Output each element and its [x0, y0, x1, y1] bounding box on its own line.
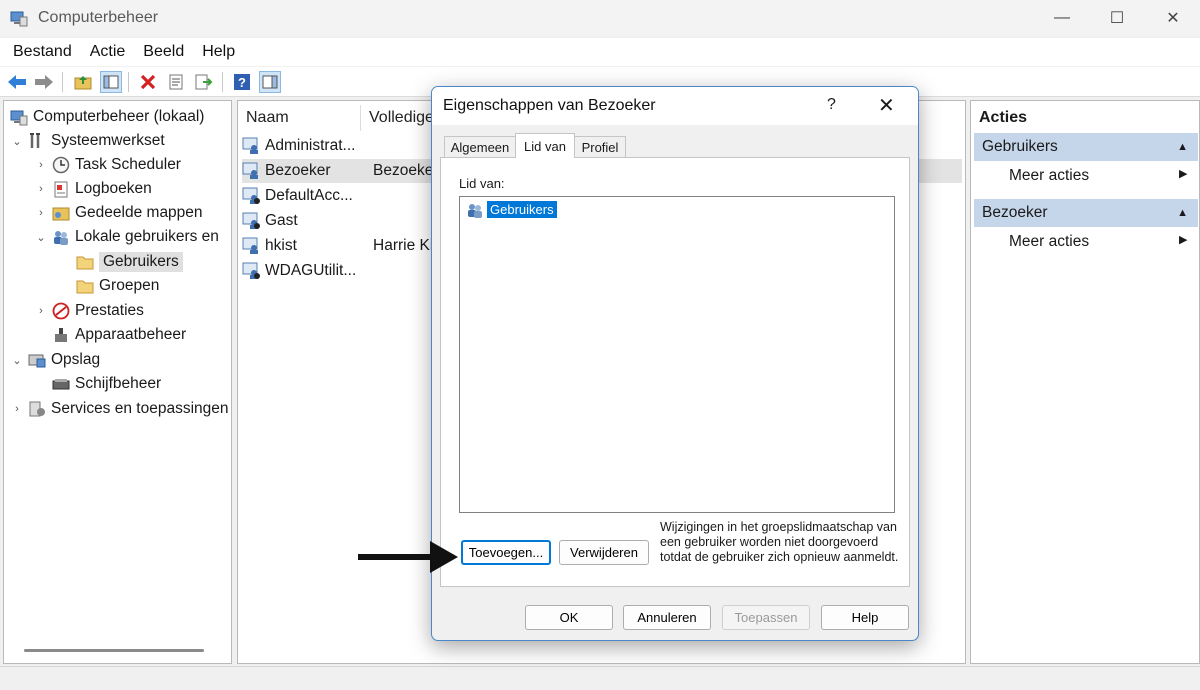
forward-icon[interactable] [33, 71, 55, 93]
title-bar: Computerbeheer — ☐ ✕ [0, 0, 1200, 36]
dialog-help-button[interactable]: ? [827, 96, 836, 114]
maximize-button[interactable]: ☐ [1090, 0, 1144, 36]
user-icon [242, 162, 258, 179]
user-icon [242, 137, 258, 154]
ok-button[interactable]: OK [525, 605, 613, 630]
folder-icon [76, 277, 94, 295]
user-disabled-icon [242, 262, 260, 279]
actions-title: Acties [979, 109, 1028, 126]
remove-button[interactable]: Verwijderen [559, 540, 649, 565]
tab-profiel[interactable]: Profiel [574, 136, 626, 157]
membership-note: Wijzigingen in het groepslidmaatschap va… [660, 520, 899, 564]
close-button[interactable]: ✕ [1146, 0, 1200, 36]
collapse-icon[interactable]: ▲ [1177, 207, 1188, 219]
chevron-right-icon[interactable]: › [34, 305, 48, 317]
performance-icon [52, 302, 70, 320]
device-manager-icon [52, 326, 70, 344]
tree-item-lokale-gebruikers[interactable]: ⌄ Lokale gebruikers en [34, 225, 219, 249]
storage-icon [28, 351, 46, 369]
console-tree: Computerbeheer (lokaal) ⌄ Systeemwerkset… [3, 100, 232, 664]
column-header-name[interactable]: Naam [246, 109, 289, 127]
more-actions-bezoeker[interactable]: Meer acties ▶ [1009, 233, 1187, 251]
chevron-down-icon[interactable]: ⌄ [10, 135, 24, 148]
tab-panel-lid-van: Lid van: Gebruikers Toevoegen... Verwijd… [440, 157, 910, 587]
tree-item-systeemwerkset[interactable]: ⌄ Systeemwerkset [10, 129, 164, 153]
properties-dialog: Eigenschappen van Bezoeker ? ✕ Algemeen … [431, 86, 919, 641]
list-item[interactable]: Gebruikers [466, 201, 557, 218]
help-icon[interactable]: ? [231, 71, 253, 93]
dialog-close-button[interactable]: ✕ [878, 93, 895, 118]
member-of-label: Lid van: [459, 176, 505, 191]
window-title: Computerbeheer [38, 9, 159, 26]
tree-item-computerbeheer[interactable]: Computerbeheer (lokaal) [8, 105, 204, 129]
svg-text:?: ? [238, 75, 246, 90]
actions-group-gebruikers[interactable]: Gebruikers ▲ [974, 133, 1198, 161]
column-header-full-name[interactable]: Volledige [369, 109, 434, 127]
apply-button[interactable]: Toepassen [722, 605, 810, 630]
submenu-arrow-icon: ▶ [1179, 234, 1188, 246]
clock-icon [52, 156, 70, 174]
chevron-right-icon[interactable]: › [34, 183, 48, 195]
event-log-icon [52, 180, 70, 198]
disk-icon [52, 375, 70, 393]
tree-item-prestaties[interactable]: › Prestaties [34, 299, 144, 323]
up-folder-icon[interactable] [72, 71, 94, 93]
tree-item-apparaatbeheer[interactable]: Apparaatbeheer [34, 323, 186, 347]
user-icon [242, 237, 258, 254]
actions-group-bezoeker[interactable]: Bezoeker ▲ [974, 199, 1198, 227]
member-of-list[interactable]: Gebruikers [459, 196, 895, 513]
more-actions-gebruikers[interactable]: Meer acties ▶ [1009, 167, 1187, 185]
export-list-icon[interactable] [193, 71, 215, 93]
pointer-arrow-icon [358, 541, 458, 573]
tree-item-gedeelde-mappen[interactable]: › Gedeelde mappen [34, 201, 202, 225]
chevron-right-icon[interactable]: › [10, 403, 24, 415]
show-hide-tree-icon[interactable] [100, 71, 122, 93]
status-bar [0, 666, 1200, 690]
collapse-icon[interactable]: ▲ [1177, 141, 1188, 153]
delete-icon[interactable] [137, 71, 159, 93]
chevron-down-icon[interactable]: ⌄ [10, 354, 24, 367]
help-button[interactable]: Help [821, 605, 909, 630]
tree-item-task-scheduler[interactable]: › Task Scheduler [34, 153, 181, 177]
minimize-button[interactable]: — [1035, 0, 1089, 36]
menu-bestand[interactable]: Bestand [4, 43, 81, 61]
dialog-title: Eigenschappen van Bezoeker [443, 97, 656, 114]
user-disabled-icon [242, 187, 260, 204]
actions-pane: Acties Gebruikers ▲ Meer acties ▶ Bezoek… [970, 100, 1200, 664]
tab-algemeen[interactable]: Algemeen [444, 136, 516, 157]
menu-actie[interactable]: Actie [81, 43, 135, 61]
tree-item-opslag[interactable]: ⌄ Opslag [10, 348, 100, 372]
cancel-button[interactable]: Annuleren [623, 605, 711, 630]
show-hide-action-pane-icon[interactable] [259, 71, 281, 93]
user-disabled-icon [242, 212, 260, 229]
tree-item-logboeken[interactable]: › Logboeken [34, 177, 152, 201]
users-icon [52, 228, 70, 246]
chevron-right-icon[interactable]: › [34, 207, 48, 219]
dialog-title-bar: Eigenschappen van Bezoeker ? ✕ [432, 87, 918, 125]
tree-item-groepen[interactable]: Groepen [58, 274, 159, 298]
back-icon[interactable] [6, 71, 28, 93]
shared-folder-icon [52, 204, 70, 222]
properties-icon[interactable] [165, 71, 187, 93]
menu-beeld[interactable]: Beeld [134, 43, 193, 61]
computer-management-icon [10, 108, 28, 126]
tools-icon [28, 132, 46, 150]
computer-management-icon [10, 9, 28, 27]
tree-item-schijfbeheer[interactable]: Schijfbeheer [34, 372, 161, 396]
services-icon [28, 400, 46, 418]
menu-help[interactable]: Help [193, 43, 244, 61]
add-button[interactable]: Toevoegen... [461, 540, 551, 565]
tab-lid-van[interactable]: Lid van [515, 133, 575, 158]
folder-icon [76, 253, 94, 271]
chevron-down-icon[interactable]: ⌄ [34, 231, 48, 244]
menu-bar: Bestand Actie Beeld Help [0, 38, 1200, 66]
group-icon [468, 203, 482, 218]
horizontal-scrollbar[interactable] [24, 649, 204, 652]
chevron-right-icon[interactable]: › [34, 159, 48, 171]
tree-item-services[interactable]: › Services en toepassingen [10, 397, 228, 421]
submenu-arrow-icon: ▶ [1179, 168, 1188, 180]
tree-item-gebruikers[interactable]: Gebruikers [58, 250, 183, 274]
